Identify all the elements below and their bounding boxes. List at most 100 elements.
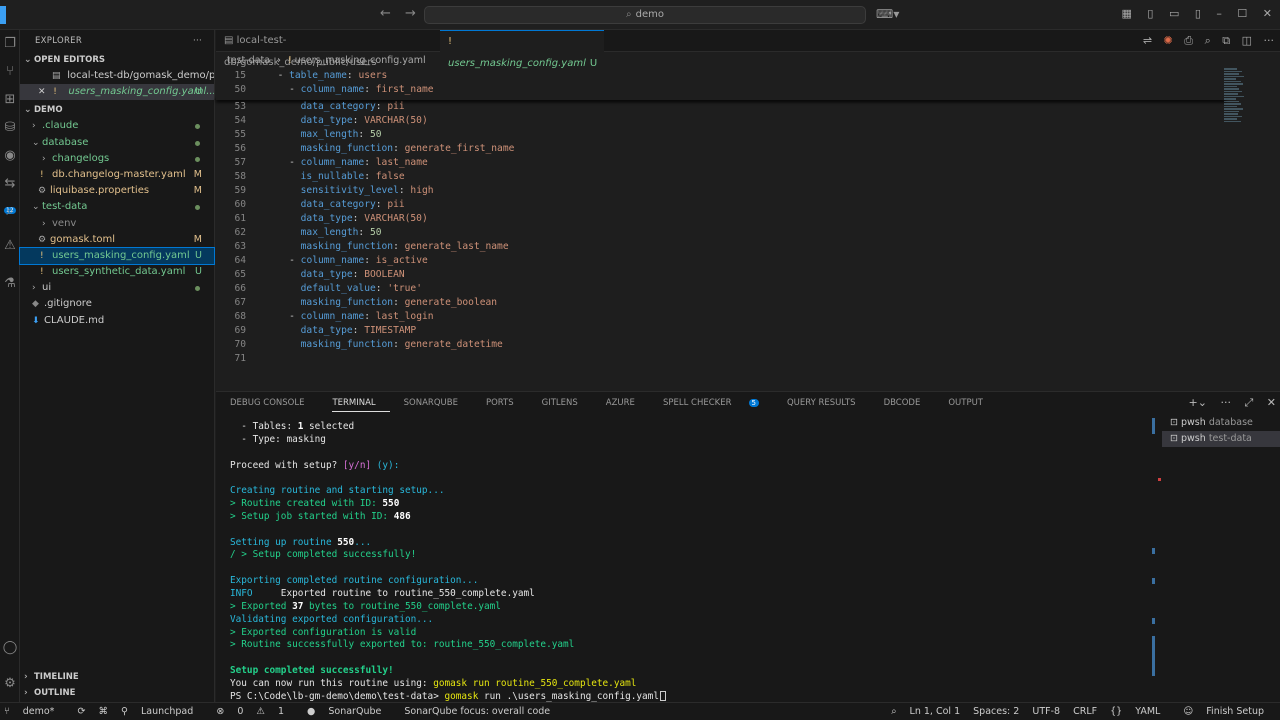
timeline-section[interactable]: › TIMELINE (20, 669, 215, 685)
forward-arrow-icon[interactable]: → (405, 6, 416, 21)
more-actions-icon[interactable]: ··· (193, 30, 202, 52)
tree-folder-changelogs[interactable]: › changelogs (20, 151, 214, 167)
extensions-icon[interactable]: ⊞ (2, 92, 18, 108)
new-terminal-icon[interactable]: +⌄ (1189, 396, 1207, 409)
encoding[interactable]: UTF-8 (1032, 706, 1060, 717)
sync-icon[interactable]: ⟳ (77, 706, 85, 717)
toggle-panel-icon[interactable]: ▭ (1169, 7, 1179, 20)
open-changes-icon[interactable]: ⧉ (1222, 34, 1230, 47)
tree-folder-venv[interactable]: › venv (20, 216, 214, 232)
open-editors-section[interactable]: ⌄ OPEN EDITORS (20, 52, 214, 68)
panel-tab-gitlens[interactable]: GITLENS (542, 398, 592, 408)
terminal-item-test-data[interactable]: ⊡ pwsh test-data (1162, 431, 1280, 447)
close-panel-icon[interactable]: ✕ (1267, 396, 1276, 409)
warning-icon[interactable]: ⚠ (2, 238, 18, 254)
language-mode[interactable]: {} YAML (1110, 706, 1170, 717)
copilot-icon[interactable]: ⌨▾ (876, 7, 899, 21)
gitlens-icon[interactable]: ⌘ (98, 706, 108, 717)
more-actions-icon[interactable]: ··· (1264, 34, 1275, 47)
panel-tab-ports[interactable]: PORTS (486, 398, 528, 408)
tree-file-users-synthetic-data[interactable]: ! users_synthetic_data.yaml U (20, 264, 214, 280)
zoom-icon[interactable]: ⌕ (891, 706, 896, 717)
source-control-icon[interactable]: ⑂ (2, 64, 18, 80)
explorer-icon[interactable]: ❐ (2, 36, 18, 52)
line-text: data_category: pii (266, 100, 405, 114)
tree-folder-ui[interactable]: › ui (20, 280, 214, 296)
sonarqube-item[interactable]: ● SonarQube (307, 706, 391, 717)
panel-tab-dbcode[interactable]: DBCODE (884, 398, 935, 408)
line-ending[interactable]: CRLF (1073, 706, 1097, 717)
tab-users-table[interactable]: ▤ local-test-db/gomask_demo/public/users (216, 30, 438, 68)
panel-tab-sonarqube[interactable]: SONARQUBE (404, 398, 472, 408)
panel-tab-azure[interactable]: AZURE (606, 398, 649, 408)
workspace-section[interactable]: ⌄ DEMO (20, 102, 214, 118)
tab-users-masking-config[interactable]: ! users_masking_config.yamlU ✕ (440, 30, 604, 91)
remote-icon[interactable]: ⇆ (2, 176, 18, 192)
terminal-line: Creating routine and starting setup... (230, 485, 1160, 498)
toggle-sidebar-icon[interactable]: ▯ (1147, 7, 1153, 20)
branch-indicator[interactable]: ⑂ demo* (4, 706, 64, 717)
terminal-icon: ⊡ (1170, 433, 1178, 444)
compare-icon[interactable]: ⇌ (1143, 34, 1152, 47)
finish-setup-button[interactable]: ☺ Finish Setup (1183, 706, 1274, 717)
code-line: 66 default_value: 'true' (216, 282, 1226, 296)
minimize-icon[interactable]: – (1216, 7, 1222, 20)
line-number: 54 (234, 115, 246, 126)
code-editor[interactable]: 15 - table_name: users 50 - column_name: … (216, 69, 1226, 387)
panel-tab-terminal[interactable]: TERMINAL (332, 398, 390, 412)
terminal-output[interactable]: - Tables: 1 selected - Type: masking Proc… (230, 421, 1160, 704)
command-center-search[interactable]: ⌕ demo (424, 6, 866, 24)
tree-file-users-masking-config[interactable]: ! users_masking_config.yaml U (19, 246, 215, 266)
problems-indicator[interactable]: ⊗ 0 ⚠ 1 (216, 706, 294, 717)
panel-tab-output[interactable]: OUTPUT (948, 398, 997, 408)
panel-tab-query-results[interactable]: QUERY RESULTS (787, 398, 870, 408)
tree-file-claude-md[interactable]: ⬇ CLAUDE.md (20, 313, 214, 329)
back-arrow-icon[interactable]: ← (380, 6, 391, 21)
terminal-text: Setup completed successfully! (230, 665, 394, 677)
sonarqube-focus[interactable]: SonarQube focus: overall code (404, 706, 550, 717)
minimap[interactable] (1224, 68, 1246, 143)
maximize-icon[interactable]: ☐ (1237, 7, 1247, 20)
tree-file-liquibase[interactable]: ⚙ liquibase.properties M (20, 183, 214, 199)
cursor-position[interactable]: Ln 1, Col 1 (910, 706, 961, 717)
sparkle-icon[interactable]: ✺ (1164, 34, 1173, 47)
gitlens-icon[interactable]: ◉ (2, 148, 18, 164)
maximize-panel-icon[interactable]: ⤢ (1244, 396, 1253, 409)
terminal-text: Proceed with setup? (230, 459, 343, 471)
panel-tab-spell-checker[interactable]: SPELL CHECKER 5 (663, 398, 773, 408)
account-icon[interactable]: ◯ (2, 640, 18, 656)
breadcrumb-folder[interactable]: test-data (227, 55, 270, 66)
terminal-item-database[interactable]: ⊡ pwsh database (1162, 415, 1280, 431)
launchpad-item[interactable]: ⚲ Launchpad (121, 706, 203, 717)
layout-icon[interactable]: ▦ (1121, 7, 1131, 20)
preview-icon[interactable]: ⌕ (1205, 34, 1211, 47)
toggle-secondary-sidebar-icon[interactable]: ▯ (1195, 7, 1201, 20)
database-icon[interactable]: ⛁ (2, 120, 18, 136)
testing-icon[interactable]: ⚗ (2, 276, 18, 292)
close-icon[interactable]: ✕ (38, 84, 50, 100)
print-icon[interactable]: ⎙ (1184, 34, 1193, 47)
tree-file-gomask-toml[interactable]: ⚙ gomask.toml M (20, 232, 214, 248)
more-actions-icon[interactable]: ··· (1220, 396, 1231, 409)
tree-folder-claude[interactable]: › .claude (20, 118, 214, 134)
settings-gear-icon[interactable]: ⚙ (2, 676, 18, 692)
split-editor-icon[interactable]: ◫ (1242, 34, 1252, 47)
indentation[interactable]: Spaces: 2 (973, 706, 1019, 717)
breadcrumb-file[interactable]: users_masking_config.yaml (295, 55, 426, 66)
terminal-scrollbar[interactable] (1152, 418, 1161, 688)
line-text: - column_name: last_login (266, 310, 433, 324)
tree-label: gomask.toml (50, 233, 116, 245)
open-editor-item[interactable]: ▤ local-test-db/gomask_demo/pu... (20, 68, 214, 84)
outline-section[interactable]: › OUTLINE (20, 685, 215, 701)
tree-folder-test-data[interactable]: ⌄ test-data (20, 199, 214, 215)
close-window-icon[interactable]: ✕ (1263, 7, 1272, 20)
tree-file-changelog-master[interactable]: ! db.changelog-master.yaml M (20, 167, 214, 183)
panel-tab-debug-console[interactable]: DEBUG CONSOLE (230, 398, 318, 408)
tree-folder-database[interactable]: ⌄ database (20, 135, 214, 151)
tree-file-gitignore[interactable]: ◆ .gitignore (20, 296, 214, 312)
open-editor-item-active[interactable]: ✕ ! users_masking_config.yaml... U (20, 84, 214, 101)
search-icon[interactable]: ⌕ (2, 204, 18, 220)
tree-label: .claude (42, 120, 79, 132)
